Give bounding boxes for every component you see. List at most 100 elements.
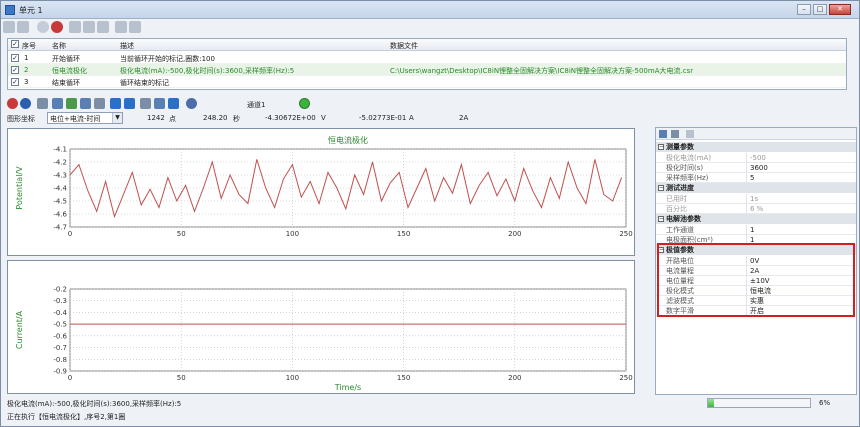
property-key: 极化时间(s): [666, 164, 704, 172]
property-pages-icon[interactable]: [686, 130, 694, 138]
row-checkbox[interactable]: ✓: [11, 54, 19, 62]
refresh-icon[interactable]: [168, 98, 179, 109]
status-running: 正在执行【恒电流极化】,序号2,第1圈: [7, 413, 126, 421]
property-key: 百分比: [666, 205, 687, 213]
table-row[interactable]: ✓ 1 开始循环 当前循环开始的标记,圈数:100: [8, 52, 846, 64]
table-row[interactable]: ✓ 2 恒电流极化 极化电流(mA):-500,极化时间(s):3600,采样频…: [8, 64, 846, 76]
minimize-button[interactable]: –: [797, 4, 811, 15]
property-row[interactable]: 采样频率(Hz) 5: [656, 173, 856, 183]
y-tick-label: -4.3: [53, 172, 67, 180]
crosshair-icon[interactable]: [124, 98, 135, 109]
col-header-file: 数据文件: [390, 42, 418, 50]
property-key: 工作通道: [666, 226, 694, 234]
progress-text: 6%: [819, 399, 831, 407]
x-tick-label: 0: [68, 230, 72, 238]
open-icon[interactable]: [37, 98, 48, 109]
save-icon[interactable]: [17, 21, 29, 33]
sort-az-icon[interactable]: [671, 130, 679, 138]
property-value[interactable]: 1: [750, 225, 754, 235]
x-tick-label: 50: [177, 230, 186, 238]
highlight-box: [657, 243, 855, 317]
move-up-icon[interactable]: [115, 21, 127, 33]
plot-area: [69, 288, 627, 372]
stop-icon[interactable]: [37, 21, 49, 33]
property-row[interactable]: 极化电流(mA) -500: [656, 153, 856, 163]
pan-icon[interactable]: [110, 98, 121, 109]
property-row[interactable]: 已用时 1s: [656, 194, 856, 204]
new-icon[interactable]: [3, 21, 15, 33]
properties-toolbar: [656, 128, 856, 140]
property-category[interactable]: − 电解池参数: [656, 214, 856, 224]
chevron-down-icon[interactable]: ▼: [112, 113, 122, 123]
property-value[interactable]: 1s: [750, 194, 758, 204]
channel-status-icon: [299, 98, 310, 109]
property-category-title: 测量参数: [666, 143, 694, 151]
x-axis-label: Time/s: [334, 383, 361, 392]
col-header-no: 序号: [22, 42, 36, 50]
potential-chart[interactable]: 0 50 100 150 200 250 -4.1 -4.2 -4.3 -4.4 -4.5 -4.6 -…: [7, 128, 635, 256]
maximize-button[interactable]: □: [813, 4, 827, 15]
property-row[interactable]: 百分比 6 %: [656, 204, 856, 214]
time-value: 248.20: [203, 114, 228, 122]
stop-run-icon[interactable]: [7, 98, 18, 109]
points-unit: 点: [169, 115, 176, 123]
collapse-icon[interactable]: −: [658, 144, 664, 150]
row-name: 开始循环: [52, 55, 80, 63]
zoom-box-icon[interactable]: [140, 98, 151, 109]
property-value[interactable]: -500: [750, 153, 766, 163]
info-icon[interactable]: [20, 98, 31, 109]
property-row[interactable]: 极化时间(s) 3600: [656, 163, 856, 173]
col-header-desc: 描述: [120, 42, 134, 50]
close-button[interactable]: ✕: [829, 4, 851, 15]
y-axis-label: Potential/V: [15, 166, 24, 210]
property-category[interactable]: − 测试进度: [656, 183, 856, 193]
paste-icon[interactable]: [83, 21, 95, 33]
current-unit: A: [409, 114, 414, 122]
x-tick-label: 100: [286, 374, 299, 382]
row-checkbox[interactable]: ✓: [11, 78, 19, 86]
potential-value: -4.30672E+00: [265, 114, 316, 122]
row-checkbox[interactable]: ✓: [11, 66, 19, 74]
x-tick-label: 250: [619, 374, 632, 382]
move-down-icon[interactable]: [129, 21, 141, 33]
y-tick-label: -0.8: [53, 356, 67, 364]
row-name: 结束循环: [52, 79, 80, 87]
header-checkbox[interactable]: ✓: [11, 40, 19, 48]
property-key: 采样频率(Hz): [666, 174, 709, 182]
coord-select-value: 电位+电流-时间: [50, 115, 101, 123]
property-category[interactable]: − 测量参数: [656, 142, 856, 152]
collapse-icon[interactable]: −: [658, 185, 664, 191]
chart-icon[interactable]: [80, 98, 91, 109]
table-icon[interactable]: [52, 98, 63, 109]
property-value[interactable]: 5: [750, 173, 754, 183]
x-tick-label: 150: [397, 230, 410, 238]
current-chart[interactable]: 0 50 100 150 200 250 -0.2 -0.3 -0.4 -0.5 -0.6 -0.7 -…: [7, 260, 635, 394]
collapse-icon[interactable]: −: [658, 216, 664, 222]
points-value: 1242: [147, 114, 165, 122]
potential-chart-svg: 0 50 100 150 200 250 -4.1 -4.2 -4.3 -4.4 -4.5 -4.6 -…: [15, 135, 633, 238]
copy-icon[interactable]: [69, 21, 81, 33]
export-icon[interactable]: [66, 98, 77, 109]
delete-icon[interactable]: [51, 21, 63, 33]
property-row[interactable]: 工作通道 1: [656, 225, 856, 235]
table-row[interactable]: ✓ 3 结束循环 循环结束的标记: [8, 76, 846, 88]
grid-icon[interactable]: [97, 21, 109, 33]
x-tick-label: 50: [177, 374, 186, 382]
property-value[interactable]: 3600: [750, 163, 768, 173]
row-name: 恒电流极化: [52, 67, 87, 75]
y-tick-label: -0.4: [53, 309, 67, 317]
sequence-toolbar: [3, 21, 203, 35]
print-icon[interactable]: [94, 98, 105, 109]
row-desc: 循环结束的标记: [120, 79, 169, 87]
property-key: 已用时: [666, 195, 687, 203]
table-header: ✓ 序号 名称 描述 数据文件: [8, 39, 846, 51]
settings-icon[interactable]: [186, 98, 197, 109]
coord-select[interactable]: 电位+电流-时间 ▼: [47, 112, 123, 124]
coord-label: 图形坐标: [7, 115, 35, 123]
y-tick-label: -0.9: [53, 368, 67, 376]
property-value[interactable]: 6 %: [750, 204, 763, 214]
x-tick-label: 150: [397, 374, 410, 382]
y-tick-label: -0.5: [53, 321, 67, 329]
categorized-icon[interactable]: [659, 130, 667, 138]
fit-icon[interactable]: [154, 98, 165, 109]
